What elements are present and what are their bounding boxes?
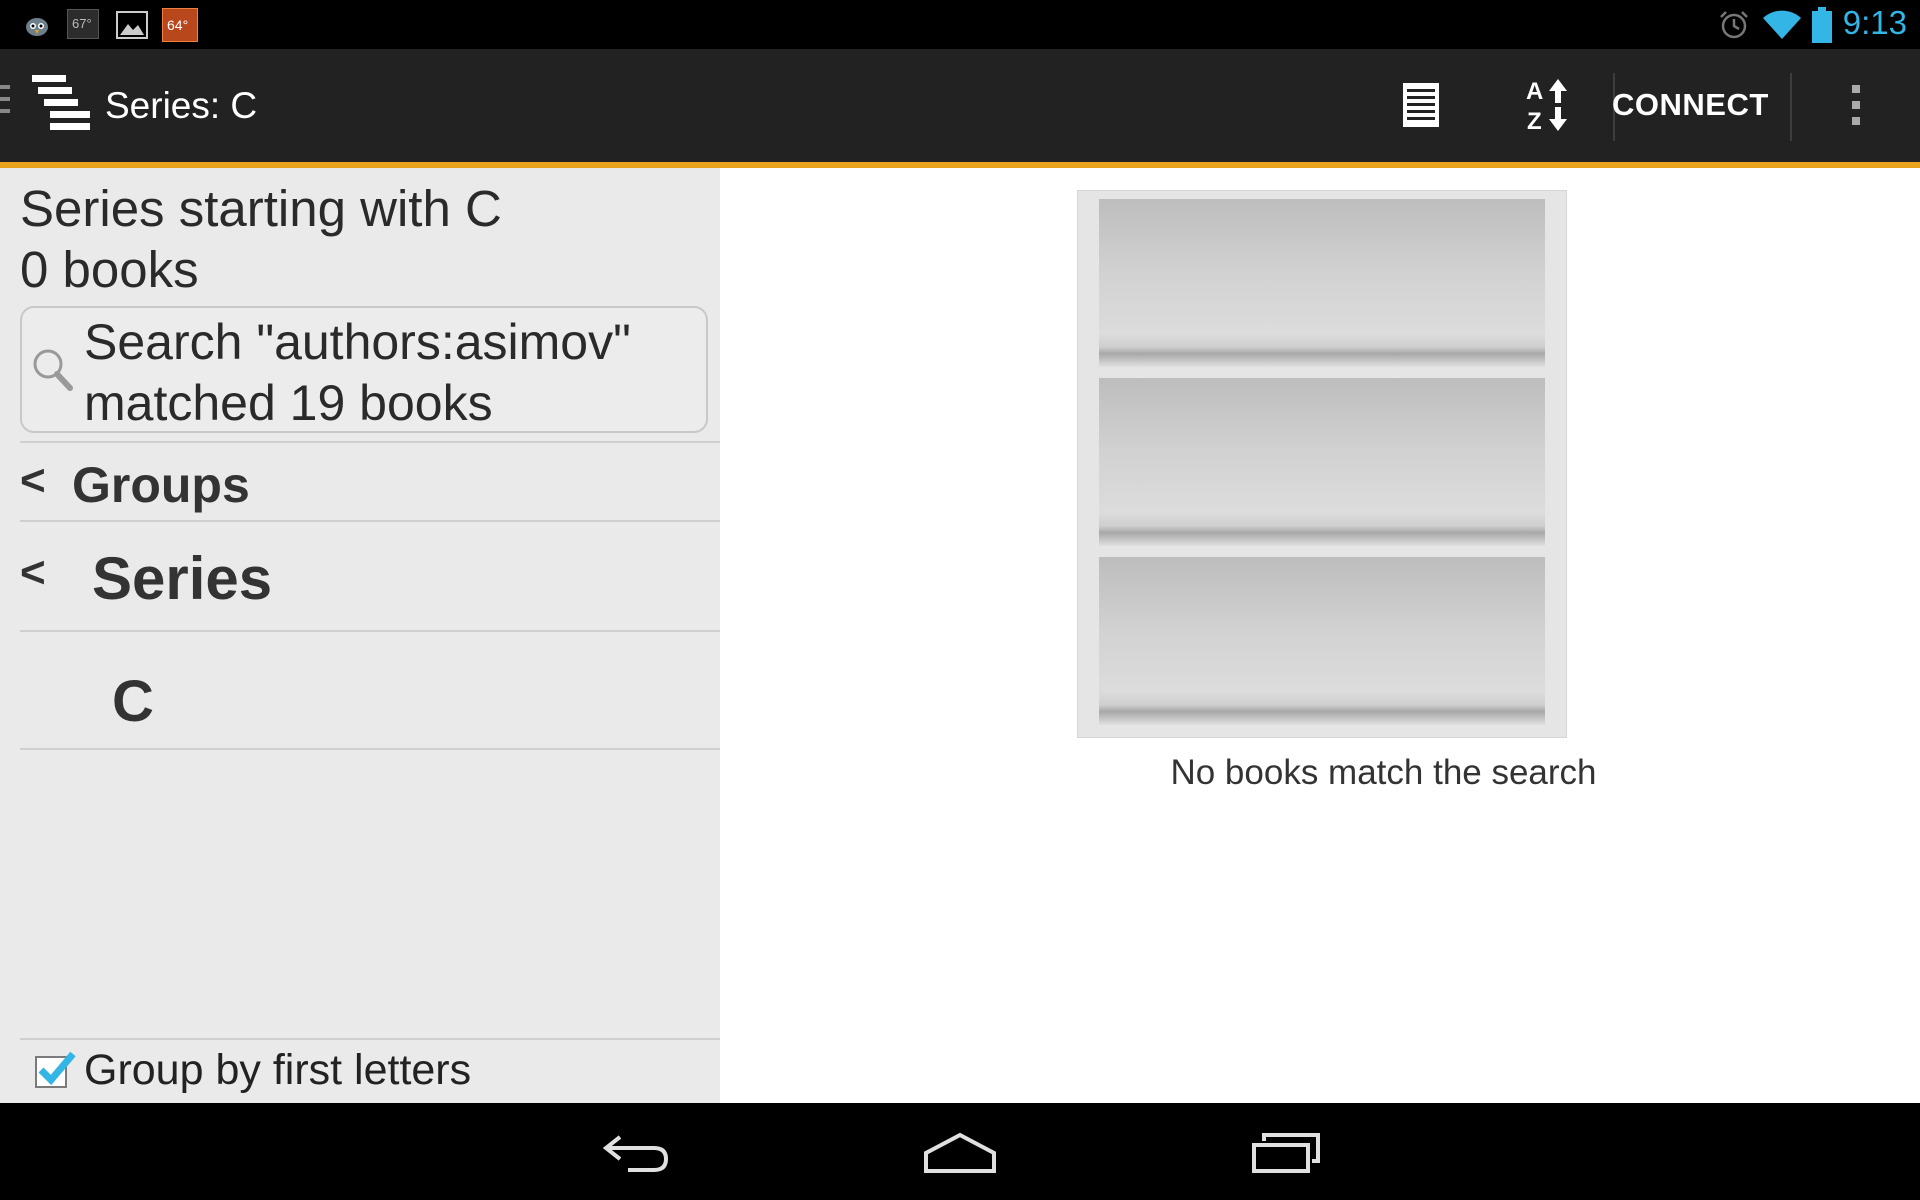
search-icon [33, 349, 73, 391]
weather-64-icon: 64° [162, 8, 198, 42]
svg-text:A: A [1526, 78, 1543, 105]
search-result-count: matched 19 books [84, 375, 493, 431]
pane-header: Series starting with C 0 books [20, 178, 502, 300]
nav-item-label: Series [92, 545, 273, 612]
divider [20, 520, 720, 522]
svg-text:Z: Z [1527, 108, 1542, 133]
empty-bookshelf-image [1077, 190, 1567, 738]
nav-item-c[interactable]: C [20, 632, 720, 748]
nav-item-label: Groups [72, 457, 250, 513]
alarm-icon [1720, 11, 1748, 39]
chevron-left-icon: < [20, 548, 46, 597]
nav-item-series[interactable]: < Series [20, 524, 720, 634]
book-count: 0 books [20, 241, 199, 298]
shelf-board [1099, 378, 1545, 546]
navigation-bar [0, 1103, 1920, 1200]
empty-message-text: No books match the search [1170, 753, 1597, 792]
nav-item-label: C [112, 669, 154, 734]
weather-67-icon: 67° [67, 9, 99, 39]
battery-icon [1812, 7, 1832, 43]
empty-message: No books match the search [720, 753, 1920, 793]
checkmark-icon [38, 1051, 76, 1086]
nav-item-groups[interactable]: < Groups [20, 448, 720, 520]
divider [20, 441, 720, 443]
group-by-letters-checkbox[interactable] [35, 1051, 76, 1088]
clock: 9:13 [1842, 4, 1907, 41]
chevron-left-icon: < [20, 456, 46, 505]
recent-apps-icon[interactable] [1250, 1133, 1322, 1175]
gallery-icon [116, 11, 148, 39]
overflow-menu-icon[interactable] [1848, 83, 1864, 127]
left-pane: Series starting with C 0 books Search "a… [0, 168, 720, 1103]
search-text: Search "authors:asimov" matched 19 books [84, 312, 631, 434]
twitter-bird-icon [26, 18, 48, 36]
page-title: Series: C [105, 85, 258, 126]
shelf-board [1099, 199, 1545, 367]
status-bar: 67° 64° 9:13 [0, 0, 1920, 49]
search-summary[interactable]: Search "authors:asimov" matched 19 books [20, 306, 708, 433]
shelf-board [1099, 557, 1545, 725]
sort-az-icon[interactable]: A Z [1524, 77, 1574, 133]
back-icon[interactable] [600, 1133, 672, 1175]
divider [20, 748, 720, 750]
search-query: Search "authors:asimov" [84, 314, 631, 370]
action-bar: Series: C A Z CONNECT [0, 49, 1920, 162]
group-by-letters-label: Group by first letters [84, 1046, 472, 1094]
right-pane: No books match the search [720, 168, 1920, 1103]
connect-button[interactable]: CONNECT [1612, 87, 1769, 123]
app-menu-icon[interactable] [0, 73, 92, 137]
divider [1790, 73, 1792, 141]
divider [20, 1038, 720, 1040]
home-icon[interactable] [922, 1131, 998, 1177]
list-view-icon[interactable] [1400, 81, 1442, 129]
header-title: Series starting with C [20, 180, 502, 237]
wifi-icon [1763, 10, 1801, 39]
